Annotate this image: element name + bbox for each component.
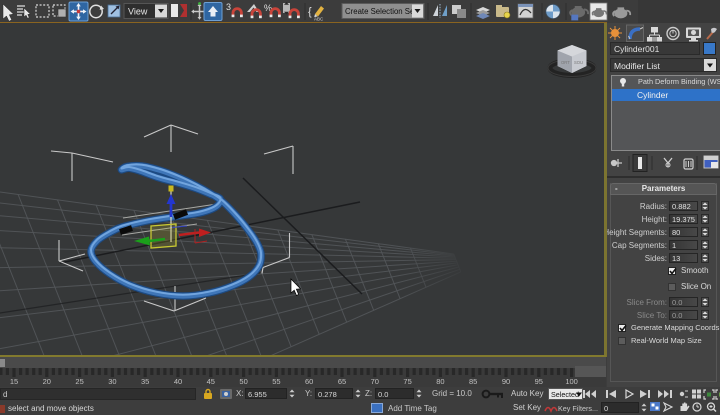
svg-text:View: View [128, 7, 148, 17]
svg-text:20: 20 [43, 377, 51, 386]
svg-text:80: 80 [436, 377, 444, 386]
svg-text:95: 95 [535, 377, 543, 386]
svg-text:30: 30 [108, 377, 116, 386]
svg-text:55: 55 [272, 377, 280, 386]
svg-text:3: 3 [226, 2, 231, 12]
svg-text:70: 70 [371, 377, 379, 386]
svg-text:Create Selection Se: Create Selection Se [345, 7, 414, 16]
svg-text:35: 35 [141, 377, 149, 386]
svg-text:85: 85 [469, 377, 477, 386]
svg-text:15: 15 [10, 377, 18, 386]
svg-text:40: 40 [174, 377, 182, 386]
svg-text:ORT: ORT [561, 60, 570, 65]
svg-text:75: 75 [403, 377, 411, 386]
svg-text:45: 45 [207, 377, 215, 386]
svg-text:60: 60 [305, 377, 313, 386]
svg-text:90: 90 [502, 377, 510, 386]
svg-text:ABC: ABC [314, 17, 324, 22]
svg-text:50: 50 [239, 377, 247, 386]
svg-text:100: 100 [565, 377, 578, 386]
svg-text:{: { [308, 6, 312, 18]
svg-text:SOU: SOU [574, 60, 583, 65]
svg-text:25: 25 [75, 377, 83, 386]
svg-text:65: 65 [338, 377, 346, 386]
